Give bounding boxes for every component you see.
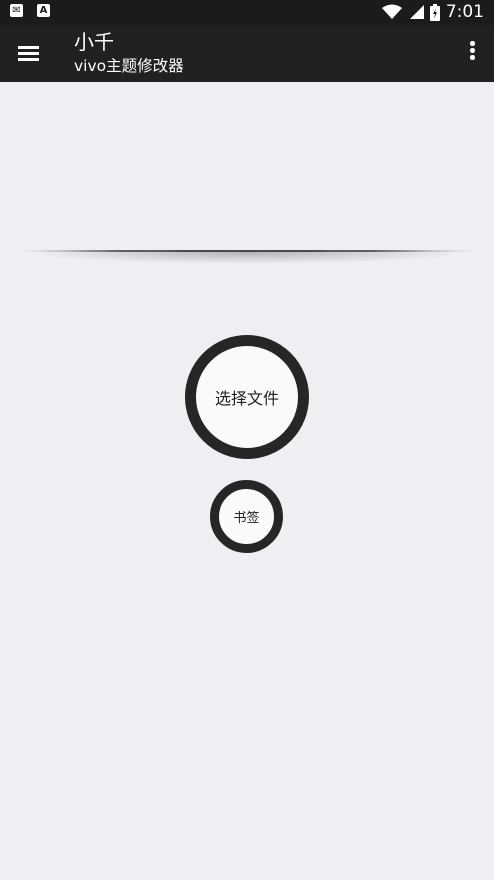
status-right-icons: 7:01	[381, 1, 484, 23]
select-file-button[interactable]: 选择文件	[185, 335, 309, 459]
mail-icon: ✉	[10, 4, 23, 17]
divider-shadow	[28, 252, 466, 264]
clock: 7:01	[445, 2, 484, 22]
a-icon: A	[37, 4, 50, 17]
main-content: 选择文件 书签	[0, 82, 494, 880]
select-file-label: 选择文件	[214, 389, 279, 408]
bookmark-label: 书签	[233, 511, 260, 526]
hamburger-menu-icon[interactable]	[14, 38, 44, 68]
wifi-icon	[381, 4, 402, 19]
signal-icon	[409, 5, 424, 19]
bookmark-button[interactable]: 书签	[210, 480, 283, 553]
app-bar: 小千 vivo主题修改器	[0, 25, 494, 82]
title-block: 小千 vivo主题修改器	[74, 30, 184, 76]
status-left-icons: ✉ A	[10, 4, 50, 17]
app-title: 小千	[74, 30, 114, 54]
more-vert-icon[interactable]	[462, 37, 482, 67]
app-subtitle: vivo主题修改器	[74, 57, 184, 75]
battery-icon	[429, 3, 440, 21]
status-bar: ✉ A 7:01	[0, 0, 494, 25]
